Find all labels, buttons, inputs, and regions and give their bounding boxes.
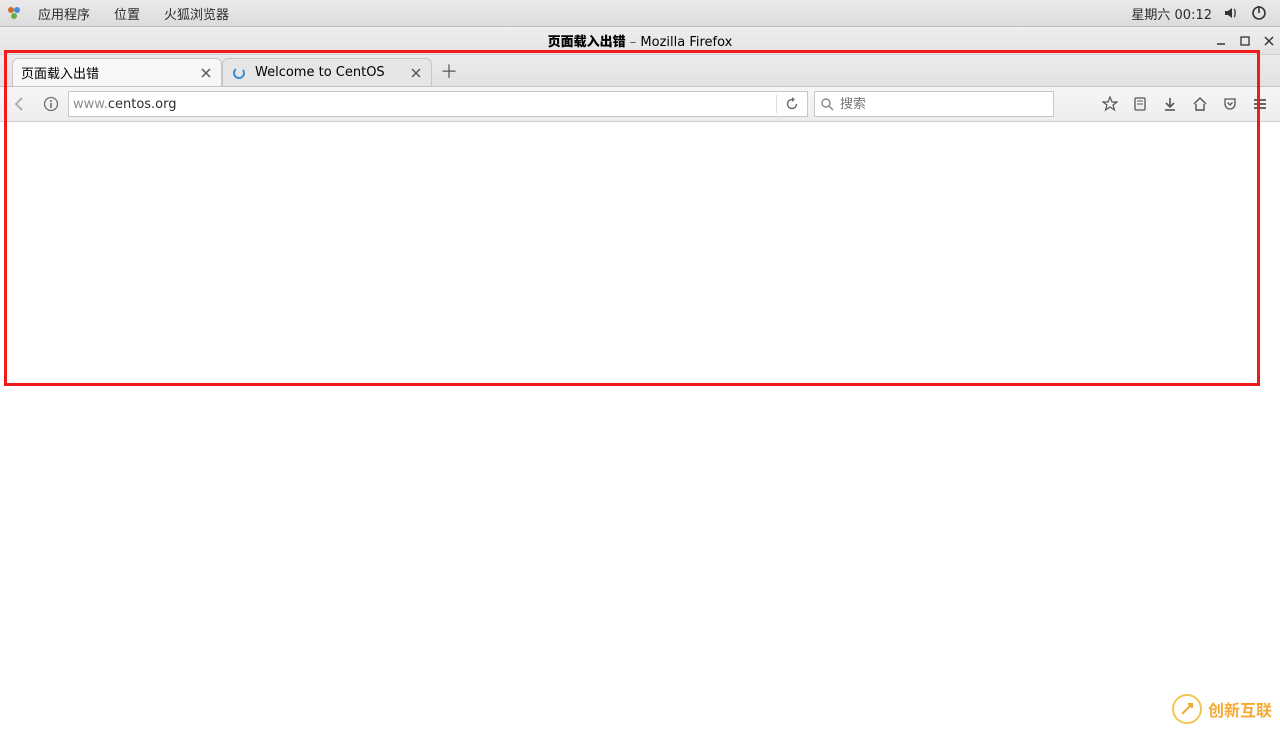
reload-button[interactable] — [781, 97, 803, 111]
pocket-icon[interactable] — [1220, 94, 1240, 114]
url-divider — [776, 95, 777, 113]
site-info-button[interactable] — [40, 90, 62, 118]
window-titlebar[interactable]: 页面载入出错 – Mozilla Firefox — [0, 27, 1280, 55]
bookmarks-panel-icon[interactable] — [1130, 94, 1150, 114]
tab-label: Welcome to CentOS — [255, 65, 401, 80]
tab-close-button[interactable] — [409, 66, 423, 80]
hamburger-menu-icon[interactable] — [1250, 94, 1270, 114]
search-icon — [821, 98, 834, 111]
address-bar[interactable]: www.centos.org — [68, 91, 808, 117]
back-button[interactable] — [6, 90, 34, 118]
panel-menu-firefox[interactable]: 火狐浏览器 — [152, 4, 241, 23]
gnome-panel: 应用程序 位置 火狐浏览器 星期六 00:12 — [0, 0, 1280, 27]
panel-menu-applications[interactable]: 应用程序 — [26, 4, 102, 23]
downloads-icon[interactable] — [1160, 94, 1180, 114]
window-maximize-button[interactable] — [1238, 34, 1252, 48]
panel-clock: 星期六 00:12 — [1131, 4, 1212, 23]
window-title: 页面载入出错 – Mozilla Firefox — [548, 31, 733, 50]
window-minimize-button[interactable] — [1214, 34, 1228, 48]
loading-spinner-icon — [231, 65, 247, 81]
activities-icon — [6, 5, 22, 21]
home-icon[interactable] — [1190, 94, 1210, 114]
search-bar[interactable] — [814, 91, 1054, 117]
panel-menu-places[interactable]: 位置 — [102, 4, 152, 23]
watermark-logo-icon — [1172, 694, 1202, 724]
browser-tab[interactable]: Welcome to CentOS — [222, 58, 432, 86]
search-input[interactable] — [840, 97, 1047, 112]
volume-icon[interactable] — [1222, 4, 1240, 22]
power-icon[interactable] — [1250, 4, 1268, 22]
browser-tabstrip: 页面载入出错 Welcome to CentOS ＋ — [0, 55, 1280, 87]
browser-tab-active[interactable]: 页面载入出错 — [12, 58, 222, 86]
browser-nav-toolbar: www.centos.org — [0, 87, 1280, 122]
url-text: www.centos.org — [73, 97, 772, 112]
panel-tray: 星期六 00:12 — [1131, 4, 1274, 23]
window-close-button[interactable] — [1262, 34, 1276, 48]
watermark-text: 创新互联 — [1208, 697, 1272, 721]
watermark: 创新互联 — [1172, 694, 1272, 724]
tab-close-button[interactable] — [199, 66, 213, 80]
tab-label: 页面载入出错 — [21, 63, 191, 82]
bookmark-star-icon[interactable] — [1100, 94, 1120, 114]
new-tab-button[interactable]: ＋ — [436, 58, 462, 84]
